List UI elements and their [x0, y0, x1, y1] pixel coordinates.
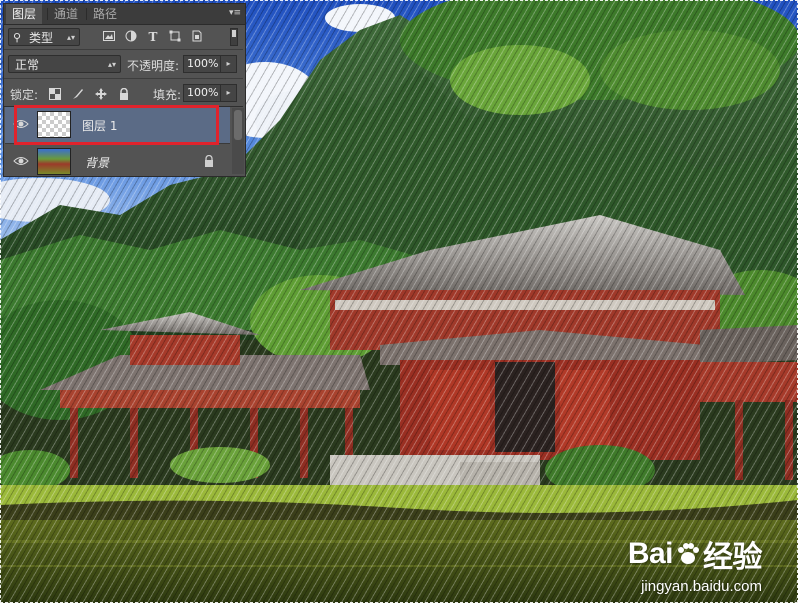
fill-input[interactable]: 100%	[183, 84, 221, 102]
tab-layers[interactable]: 图层	[6, 4, 43, 24]
layer-name[interactable]: 背景	[85, 154, 109, 171]
type-filter-icon[interactable]: T	[146, 30, 160, 44]
layer-filter-dropdown[interactable]: ⚲ 类型 ▴▾	[8, 28, 80, 46]
watermark-brand: Bai	[627, 537, 674, 570]
divider	[4, 78, 243, 79]
highlight-box	[14, 105, 219, 145]
opacity-slider-button[interactable]: ▸	[220, 55, 237, 73]
fill-label: 填充:	[153, 88, 182, 102]
layers-panel: 图层 通道 路径 ▾≡ ⚲ 类型 ▴▾ T 正常 ▴▾ 不透明度: 100% ▸…	[3, 3, 246, 177]
lock-transparent-pixels-icon[interactable]	[49, 88, 61, 100]
lock-all-icon[interactable]	[118, 87, 130, 100]
image-filter-icon[interactable]	[102, 30, 116, 44]
chevron-updown-icon: ▴▾	[66, 33, 75, 42]
eye-icon[interactable]	[13, 155, 29, 167]
panel-menu-icon[interactable]: ▾≡	[229, 8, 241, 18]
layer-thumbnail	[37, 148, 71, 175]
lock-position-icon[interactable]	[95, 88, 107, 100]
lock-icon[interactable]	[204, 154, 214, 167]
tab-paths[interactable]: 路径	[87, 4, 123, 24]
smart-object-filter-icon[interactable]	[190, 30, 204, 44]
panel-tabbar: 图层 通道 路径 ▾≡	[4, 4, 245, 25]
filter-toggle-switch[interactable]	[230, 28, 238, 46]
chevron-updown-icon: ▴▾	[107, 60, 116, 69]
tab-channels[interactable]: 通道	[48, 4, 84, 24]
layers-scrollbar[interactable]	[232, 108, 244, 174]
watermark: Bai 经验 jingyan.baidu.com	[627, 532, 763, 595]
filter-kind-label: 类型	[29, 31, 54, 45]
adjustment-filter-icon[interactable]	[124, 30, 138, 44]
blend-mode-value: 正常	[15, 58, 40, 72]
layer-row-background[interactable]: 背景	[5, 144, 230, 180]
watermark-url: jingyan.baidu.com	[641, 578, 762, 595]
lock-label: 锁定:	[10, 88, 39, 102]
paw-icon	[675, 541, 701, 567]
opacity-input[interactable]: 100%	[183, 55, 221, 73]
toggle-knob	[232, 30, 236, 37]
search-icon: ⚲	[13, 31, 22, 44]
fill-slider-button[interactable]: ▸	[220, 84, 237, 102]
divider	[4, 49, 243, 50]
shape-filter-icon[interactable]	[168, 30, 182, 44]
watermark-suffix: 经验	[703, 541, 763, 574]
baidu-logo: Bai 经验	[627, 532, 763, 576]
lock-image-pixels-icon[interactable]	[72, 88, 84, 100]
blend-mode-dropdown[interactable]: 正常 ▴▾	[8, 55, 121, 73]
opacity-label: 不透明度:	[127, 59, 180, 73]
scrollbar-thumb[interactable]	[234, 110, 242, 140]
